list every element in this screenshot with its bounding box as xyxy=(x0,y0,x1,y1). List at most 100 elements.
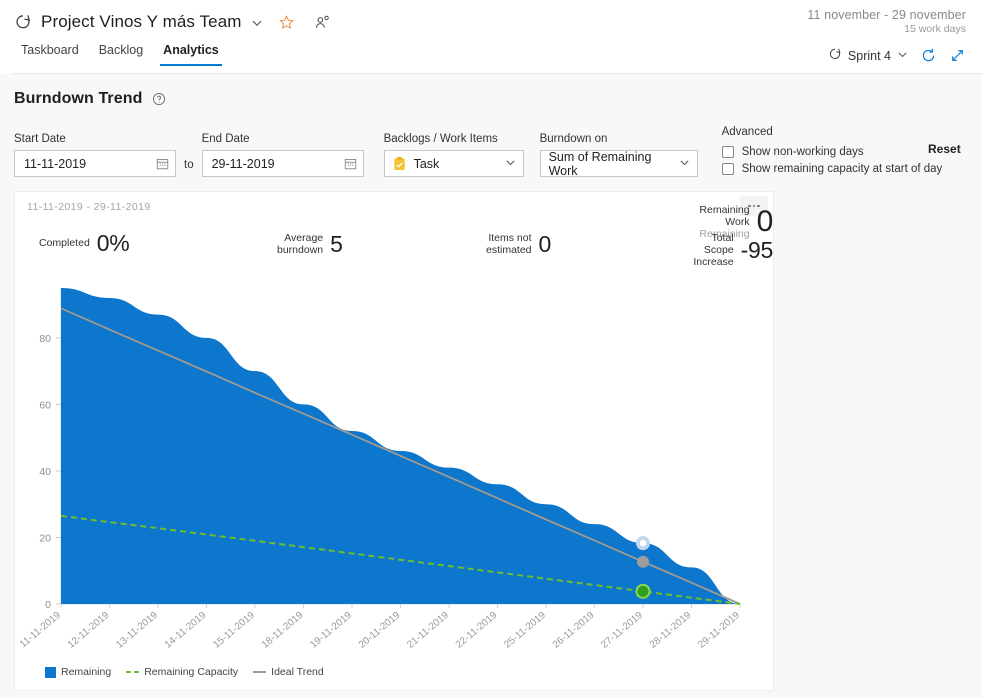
filter-bar: Start Date 11-11-2019 to End Date 29-11-… xyxy=(0,108,982,178)
end-date-group: End Date 29-11-2019 xyxy=(201,133,364,177)
chevron-down-icon xyxy=(505,157,516,171)
svg-text:29-11-2019: 29-11-2019 xyxy=(696,610,742,651)
kpi-items-not-estimated-value: 0 xyxy=(538,230,552,257)
kpi-items-not-estimated-label: Items not estimated xyxy=(486,232,532,257)
advanced-label: Advanced xyxy=(721,126,773,138)
legend-swatch-ideal-trend xyxy=(253,671,267,673)
advanced-group: Advanced Show non-working days Show rema… xyxy=(721,126,943,177)
show-non-working-days-label: Show non-working days xyxy=(741,145,864,158)
calendar-icon[interactable] xyxy=(156,157,169,170)
chevron-down-icon[interactable] xyxy=(251,16,263,28)
svg-text:28-11-2019: 28-11-2019 xyxy=(648,610,694,651)
tab-analytics-label: Analytics xyxy=(163,43,219,57)
svg-text:22-11-2019: 22-11-2019 xyxy=(454,610,500,651)
end-date-label: End Date xyxy=(201,133,250,145)
burndown-plot: 0 20 40 60 80 11-11-2019 12-11-2019 13-11-2019 1… xyxy=(15,284,774,691)
kpi-items-not-estimated: Items not estimated 0 xyxy=(486,232,551,256)
date-range-separator: to xyxy=(184,159,194,171)
svg-text:26-11-2019: 26-11-2019 xyxy=(551,610,597,651)
sprint-icon-small xyxy=(828,47,842,64)
svg-text:15-11-2019: 15-11-2019 xyxy=(211,610,257,651)
tab-analytics[interactable]: Analytics xyxy=(154,40,228,66)
chevron-down-icon xyxy=(679,157,690,171)
svg-text:12-11-2019: 12-11-2019 xyxy=(66,610,112,651)
burndown-on-group: Burndown on Sum of Remaining Work xyxy=(539,133,698,178)
burndown-chart-card: 11-11-2019 - 29-11-2019 Completed 0% Ave… xyxy=(14,191,774,691)
legend-swatch-remaining-capacity xyxy=(126,671,140,673)
page-header: Burndown Trend xyxy=(0,90,982,108)
legend-item-remaining[interactable]: Remaining xyxy=(45,666,111,678)
sprint-selector[interactable]: Sprint 4 xyxy=(828,47,908,64)
chart-svg[interactable]: 02040608011-11-2019 12-11-2019 13-11-2019 1… xyxy=(15,284,774,691)
kpi-total-scope-increase: Total Scope Increase -95 xyxy=(687,232,773,268)
sprint-date-range: 11 november - 29 november 15 work days xyxy=(807,8,966,35)
start-date-value: 11-11-2019 xyxy=(24,156,87,171)
end-date-input[interactable]: 29-11-2019 xyxy=(201,150,364,177)
analytics-page: Burndown Trend Start Date 11-11-2019 to … xyxy=(0,74,982,698)
tab-backlog[interactable]: Backlog xyxy=(90,40,152,66)
kpi-total-scope-increase-label: Total Scope Increase xyxy=(693,232,734,269)
sprint-controls: Sprint 4 xyxy=(828,47,966,64)
show-remaining-capacity-checkbox[interactable] xyxy=(721,162,734,175)
legend-item-remaining-capacity[interactable]: Remaining Capacity xyxy=(126,666,238,678)
people-icon[interactable] xyxy=(314,14,331,31)
burndown-on-label: Burndown on xyxy=(539,133,608,145)
card-date-range: 11-11-2019 - 29-11-2019 xyxy=(27,201,151,213)
svg-text:60: 60 xyxy=(39,399,51,411)
burndown-on-value: Sum of Remaining Work xyxy=(548,149,652,178)
star-icon[interactable] xyxy=(278,14,295,31)
reset-button[interactable]: Reset xyxy=(928,142,961,156)
tab-taskboard[interactable]: Taskboard xyxy=(12,40,88,66)
start-date-group: Start Date 11-11-2019 xyxy=(14,133,176,177)
sprint-work-days: 15 work days xyxy=(904,23,966,35)
help-circle-icon[interactable] xyxy=(152,92,166,106)
backlogs-group: Backlogs / Work Items Task xyxy=(383,133,524,177)
svg-text:20-11-2019: 20-11-2019 xyxy=(357,610,403,651)
task-icon xyxy=(393,156,406,171)
svg-text:25-11-2019: 25-11-2019 xyxy=(502,610,548,651)
show-non-working-days-row[interactable]: Show non-working days xyxy=(721,143,943,160)
backlogs-value: Task xyxy=(413,156,440,171)
svg-text:27-11-2019: 27-11-2019 xyxy=(599,610,645,651)
kpi-average-burndown-label: Average burndown xyxy=(277,232,324,257)
start-date-input[interactable]: 11-11-2019 xyxy=(14,150,176,177)
page-title: Burndown Trend xyxy=(14,90,143,107)
svg-text:0: 0 xyxy=(45,599,51,611)
svg-text:19-11-2019: 19-11-2019 xyxy=(308,610,354,651)
svg-text:20: 20 xyxy=(39,532,51,544)
legend-label-remaining: Remaining xyxy=(61,666,112,678)
legend-label-remaining-capacity: Remaining Capacity xyxy=(144,666,239,678)
chevron-down-icon xyxy=(897,49,908,63)
header-divider xyxy=(12,73,982,74)
svg-text:80: 80 xyxy=(39,333,51,345)
sprint-icon xyxy=(14,13,32,31)
svg-text:11-11-2019: 11-11-2019 xyxy=(18,610,63,651)
svg-text:14-11-2019: 14-11-2019 xyxy=(163,610,209,651)
svg-text:18-11-2019: 18-11-2019 xyxy=(260,610,306,651)
legend-item-ideal-trend[interactable]: Ideal Trend xyxy=(253,666,324,678)
tab-taskboard-label: Taskboard xyxy=(21,43,79,57)
kpi-completed: Completed 0% xyxy=(39,230,130,256)
kpi-completed-value: 0% xyxy=(96,230,130,256)
show-non-working-days-checkbox[interactable] xyxy=(721,145,734,158)
calendar-icon[interactable] xyxy=(344,157,357,170)
top-bar: Project Vinos Y más Team Taskboard Backl… xyxy=(0,0,982,74)
page-scrollbar[interactable] xyxy=(972,74,982,698)
sprint-dates: 11 november - 29 november xyxy=(807,8,966,22)
show-remaining-capacity-label: Show remaining capacity at start of day xyxy=(741,162,943,175)
kpi-row: Completed 0% Average burndown 5 Items not… xyxy=(15,204,773,270)
show-remaining-capacity-row[interactable]: Show remaining capacity at start of day xyxy=(721,160,943,177)
kpi-total-scope-increase-value: -95 xyxy=(740,236,773,263)
backlogs-label: Backlogs / Work Items xyxy=(383,133,498,145)
start-date-label: Start Date xyxy=(14,133,66,145)
legend-swatch-remaining xyxy=(45,666,56,678)
refresh-icon[interactable] xyxy=(920,47,937,64)
svg-text:21-11-2019: 21-11-2019 xyxy=(405,610,451,651)
kpi-average-burndown: Average burndown 5 xyxy=(277,232,343,256)
kpi-completed-label: Completed xyxy=(39,237,90,250)
svg-text:40: 40 xyxy=(39,466,51,478)
expand-icon[interactable] xyxy=(949,47,966,64)
burndown-on-select[interactable]: Sum of Remaining Work xyxy=(539,149,698,178)
backlogs-select[interactable]: Task xyxy=(383,150,524,177)
svg-text:13-11-2019: 13-11-2019 xyxy=(114,610,160,651)
